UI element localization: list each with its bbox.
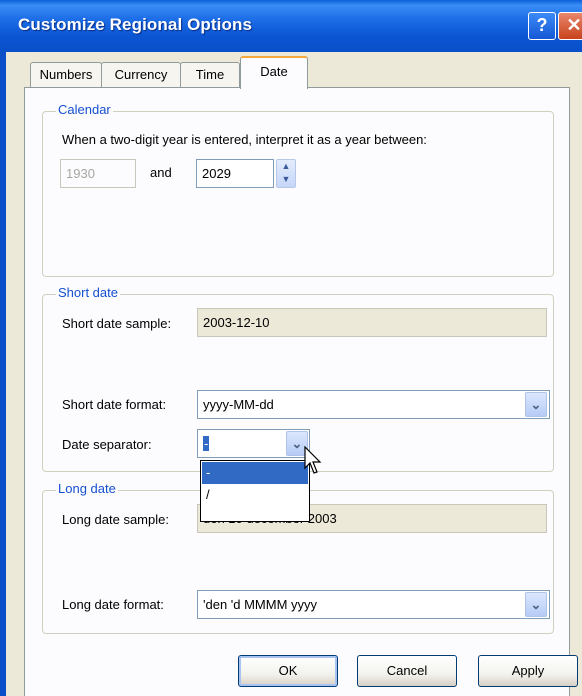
date-separator-value: - [203, 436, 210, 451]
date-separator-label: Date separator: [62, 437, 152, 452]
help-button[interactable]: ? [528, 12, 556, 40]
tab-date-label: Date [260, 64, 288, 79]
long-date-legend: Long date [56, 481, 118, 496]
and-label: and [150, 165, 172, 180]
long-date-sample-label: Long date sample: [62, 512, 169, 527]
window-frame-left [0, 52, 6, 696]
long-date-format-value: 'den 'd MMMM yyyy [203, 597, 318, 612]
short-date-format-value: yyyy-MM-dd [203, 397, 274, 412]
short-date-sample-label: Short date sample: [62, 316, 172, 331]
from-year-field: 1930 [60, 159, 136, 188]
cancel-button[interactable]: Cancel [357, 655, 457, 687]
short-date-format-dropdown-button[interactable]: ⌄ [525, 392, 547, 417]
spin-up-icon[interactable]: ▲ [277, 160, 295, 173]
separator-option-slash[interactable]: / [202, 484, 308, 506]
tab-time[interactable]: Time [180, 62, 240, 88]
chevron-down-icon: ⌄ [291, 436, 303, 451]
close-button[interactable]: ✕ [558, 12, 582, 40]
spin-down-icon[interactable]: ▼ [277, 173, 295, 186]
chevron-down-icon: ⌄ [530, 597, 542, 612]
tab-currency-label: Currency [114, 67, 168, 82]
short-date-legend: Short date [56, 285, 120, 300]
tab-date[interactable]: Date [240, 56, 308, 89]
calendar-legend: Calendar [56, 102, 113, 117]
separator-option-dash[interactable]: - [202, 462, 308, 484]
close-icon: ✕ [566, 15, 582, 35]
window-title: Customize Regional Options [18, 15, 253, 34]
to-year-field[interactable]: 2029 [196, 159, 274, 188]
question-icon: ? [536, 15, 548, 35]
to-year-spinner[interactable]: ▲ ▼ [276, 159, 296, 188]
long-date-format-dropdown-button[interactable]: ⌄ [525, 592, 547, 617]
short-date-format-combo[interactable]: yyyy-MM-dd [197, 390, 550, 419]
title-bar[interactable]: Customize Regional Options ? ✕ [0, 0, 582, 52]
tab-currency[interactable]: Currency [101, 62, 181, 88]
long-date-format-label: Long date format: [62, 597, 164, 612]
calendar-description: When a two-digit year is entered, interp… [62, 132, 427, 147]
date-separator-dropdown-list: - / [200, 460, 310, 522]
long-date-format-combo[interactable]: 'den 'd MMMM yyyy [197, 590, 550, 619]
customize-regional-options-dialog: Customize Regional Options ? ✕ Numbers C… [0, 0, 582, 696]
mouse-cursor-icon [304, 446, 322, 474]
tab-numbers-label: Numbers [39, 67, 93, 82]
ok-button[interactable]: OK [238, 655, 338, 687]
apply-button[interactable]: Apply [478, 655, 578, 687]
short-date-sample-field: 2003-12-10 [197, 308, 547, 337]
short-date-format-label: Short date format: [62, 397, 167, 412]
tab-numbers[interactable]: Numbers [30, 62, 102, 88]
tab-time-label: Time [195, 67, 225, 82]
chevron-down-icon: ⌄ [530, 397, 542, 412]
